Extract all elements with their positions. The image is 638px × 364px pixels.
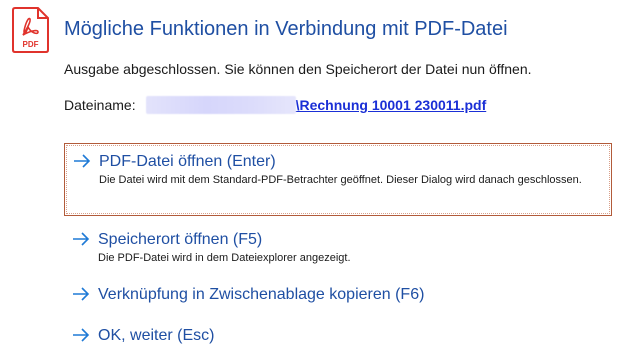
copy-link-title: Verknüpfung in Zwischenablage kopieren (…	[98, 286, 425, 303]
open-location-description: Die PDF-Datei wird in dem Dateiexplorer …	[98, 252, 351, 264]
copy-link-option[interactable]: Verknüpfung in Zwischenablage kopieren (…	[64, 277, 612, 311]
filename-row: Dateiname: \Rechnung 10001 230011.pdf	[64, 96, 486, 114]
filename-label: Dateiname:	[64, 97, 136, 113]
arrow-right-icon	[73, 232, 90, 246]
dialog-title: Mögliche Funktionen in Verbindung mit PD…	[64, 18, 508, 40]
pdf-file-icon: PDF	[12, 7, 50, 53]
open-pdf-title: PDF-Datei öffnen (Enter)	[99, 153, 276, 170]
arrow-right-icon	[73, 287, 90, 301]
file-link[interactable]: \Rechnung 10001 230011.pdf	[296, 97, 487, 113]
arrow-right-icon	[74, 154, 91, 168]
status-message: Ausgabe abgeschlossen. Sie können den Sp…	[64, 61, 532, 77]
open-pdf-description: Die Datei wird mit dem Standard-PDF-Betr…	[99, 174, 582, 186]
redacted-path	[145, 96, 296, 114]
ok-continue-option[interactable]: OK, weiter (Esc)	[64, 318, 612, 352]
arrow-right-icon	[73, 328, 90, 342]
open-pdf-option[interactable]: PDF-Datei öffnen (Enter) Die Datei wird …	[64, 143, 612, 216]
open-location-option[interactable]: Speicherort öffnen (F5) Die PDF-Datei wi…	[64, 222, 612, 268]
pdf-icon-label: PDF	[23, 40, 39, 49]
open-location-title: Speicherort öffnen (F5)	[98, 231, 263, 248]
ok-continue-title: OK, weiter (Esc)	[98, 327, 215, 344]
